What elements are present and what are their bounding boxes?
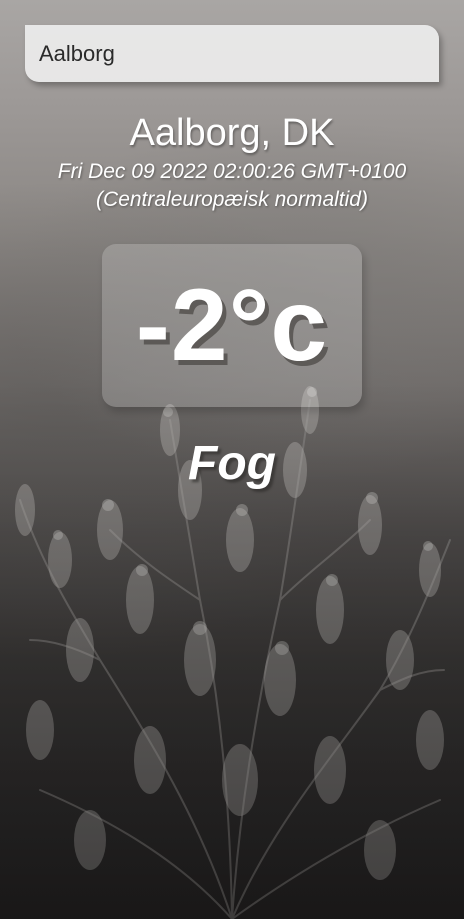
date-text: Fri Dec 09 2022 02:00:26 GMT+0100 (Centr… [57, 160, 407, 211]
weather-condition: Fog [188, 437, 276, 490]
location-title: Aalborg, DK [129, 112, 335, 154]
search-input[interactable] [25, 25, 439, 82]
temperature-box: -2°c [102, 244, 362, 407]
temperature-value: -2°c [135, 268, 329, 382]
search-bar [25, 25, 439, 82]
